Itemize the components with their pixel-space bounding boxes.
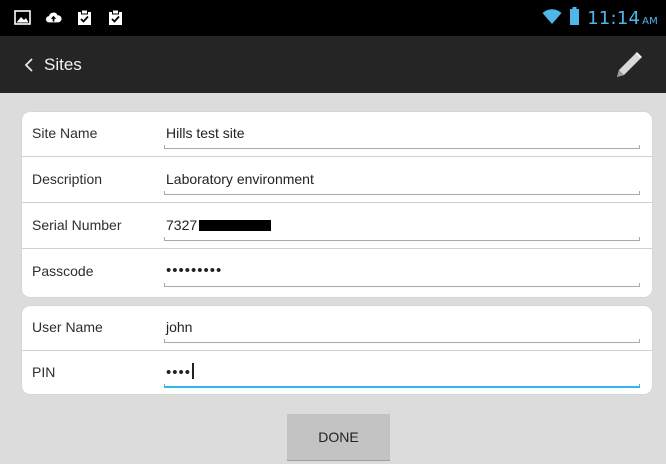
edit-button[interactable] (614, 50, 644, 80)
passcode-field[interactable]: ••••••••• (166, 262, 222, 279)
chevron-left-icon (22, 55, 36, 75)
redaction-mark (199, 220, 272, 231)
pin-label: PIN (32, 364, 56, 380)
image-icon (14, 9, 31, 26)
site-name-label: Site Name (32, 125, 98, 141)
user-name-underline (164, 339, 640, 343)
serial-number-field[interactable]: 7327 (166, 217, 272, 233)
user-name-field[interactable]: john (166, 319, 192, 335)
serial-number-value: 7327 (166, 217, 198, 233)
description-field[interactable]: Laboratory environment (166, 171, 314, 187)
description-label: Description (32, 171, 103, 187)
serial-number-row: Serial Number 7327 (22, 204, 652, 249)
cloud-upload-icon (45, 9, 62, 26)
status-system: 11:14 AM (542, 7, 658, 30)
site-name-underline (164, 145, 640, 149)
pencil-icon (614, 52, 644, 84)
user-credentials-card: User Name john PIN •••• (22, 306, 652, 394)
status-notifications (14, 9, 124, 26)
pin-field[interactable]: •••• (166, 363, 194, 381)
pin-value: •••• (166, 364, 192, 381)
site-details-card: Site Name Hills test site Description La… (22, 112, 652, 297)
status-time-value: 11:14 (587, 8, 641, 29)
clipboard-check-icon (76, 9, 93, 26)
description-row: Description Laboratory environment (22, 158, 652, 203)
passcode-row: Passcode ••••••••• (22, 250, 652, 295)
serial-number-label: Serial Number (32, 217, 122, 233)
site-name-row: Site Name Hills test site (22, 112, 652, 157)
status-ampm: AM (642, 16, 658, 27)
divider (22, 202, 652, 203)
back-label: Sites (44, 55, 82, 74)
passcode-underline (164, 283, 640, 287)
divider (22, 248, 652, 249)
wifi-icon (542, 8, 562, 30)
serial-number-underline (164, 237, 640, 241)
back-button[interactable]: Sites (22, 50, 82, 80)
pin-row: PIN •••• (22, 351, 652, 396)
clipboard-check-icon (107, 9, 124, 26)
user-name-row: User Name john (22, 306, 652, 351)
user-name-label: User Name (32, 319, 103, 335)
status-clock: 11:14 AM (587, 8, 658, 29)
pin-underline (164, 384, 640, 388)
done-button[interactable]: DONE (287, 414, 390, 461)
divider (22, 156, 652, 157)
text-cursor (192, 363, 194, 379)
status-bar: 11:14 AM (0, 0, 666, 36)
passcode-label: Passcode (32, 263, 94, 279)
description-underline (164, 191, 640, 195)
action-bar: Sites (0, 36, 666, 93)
battery-icon (570, 7, 580, 30)
site-name-field[interactable]: Hills test site (166, 125, 245, 141)
